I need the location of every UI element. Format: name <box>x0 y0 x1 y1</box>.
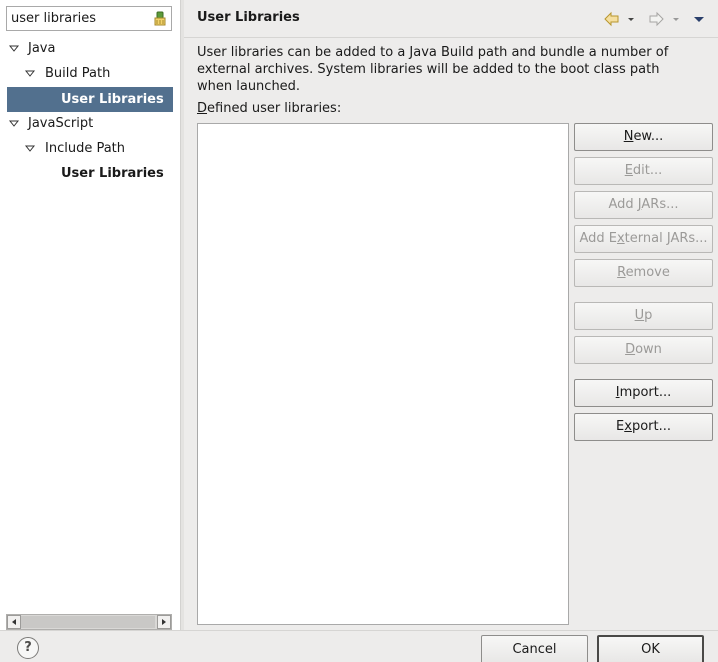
view-menu-icon[interactable] <box>693 10 705 28</box>
btn-text-pre: E <box>616 419 625 434</box>
tree-item-java[interactable]: Java <box>28 38 55 60</box>
btn-text-post: ARs... <box>641 197 679 212</box>
btn-mnemonic: x <box>616 231 625 246</box>
up-button[interactable]: Up <box>574 302 713 330</box>
scroll-right-arrow-icon[interactable] <box>157 615 171 629</box>
btn-mnemonic: D <box>625 342 636 357</box>
expand-include-path-icon[interactable] <box>24 138 36 160</box>
btn-text-post: dit... <box>632 163 663 178</box>
btn-text-pre: Add <box>608 197 638 212</box>
page-header: User Libraries <box>184 0 718 38</box>
ok-button[interactable]: OK <box>597 635 704 662</box>
help-icon[interactable]: ? <box>17 637 39 659</box>
forward-dropdown-icon[interactable] <box>672 10 680 28</box>
export-button[interactable]: Export... <box>574 413 713 441</box>
tree-item-build-path[interactable]: Build Path <box>45 63 110 85</box>
label-mnemonic: D <box>197 101 208 116</box>
btn-mnemonic: U <box>634 308 645 323</box>
back-dropdown-icon[interactable] <box>627 10 635 28</box>
tree-item-user-libraries-java[interactable]: User Libraries <box>7 87 173 112</box>
btn-text-pre: Add E <box>579 231 617 246</box>
add-external-jars-button[interactable]: Add External JARs... <box>574 225 713 253</box>
btn-mnemonic: R <box>617 265 626 280</box>
btn-text-post: ew... <box>633 129 664 144</box>
filter-input-text: user libraries <box>11 11 97 26</box>
user-libraries-list[interactable] <box>197 123 569 625</box>
add-jars-button[interactable]: Add JARs... <box>574 191 713 219</box>
back-arrow-icon[interactable] <box>603 10 621 28</box>
defined-libraries-label: Defined user libraries: <box>197 101 341 116</box>
btn-mnemonic: E <box>624 163 633 178</box>
scrollbar-thumb[interactable] <box>21 616 155 628</box>
page-title: User Libraries <box>197 10 300 25</box>
btn-mnemonic: N <box>623 129 634 144</box>
dialog-button-bar: ? Cancel OK <box>0 630 718 662</box>
new-button[interactable]: New... <box>574 123 713 151</box>
clear-filter-icon[interactable] <box>153 11 167 26</box>
preferences-tree-pane: user libraries Java Build Path User Libr… <box>0 0 180 630</box>
down-button[interactable]: Down <box>574 336 713 364</box>
edit-button[interactable]: Edit... <box>574 157 713 185</box>
tree-item-include-path[interactable]: Include Path <box>45 138 125 160</box>
scroll-left-arrow-icon[interactable] <box>7 615 21 629</box>
btn-text-post: mport... <box>619 385 672 400</box>
tree-horizontal-scrollbar[interactable] <box>6 614 172 630</box>
expand-build-path-icon[interactable] <box>24 63 36 85</box>
import-button[interactable]: Import... <box>574 379 713 407</box>
forward-arrow-icon[interactable] <box>647 10 665 28</box>
btn-text-post: p <box>644 308 653 323</box>
pane-sash[interactable] <box>180 0 184 630</box>
remove-button[interactable]: Remove <box>574 259 713 287</box>
expand-javascript-icon[interactable] <box>8 113 20 135</box>
expand-java-icon[interactable] <box>8 38 20 60</box>
tree-item-javascript[interactable]: JavaScript <box>28 113 93 135</box>
page-description: User libraries can be added to a Java Bu… <box>197 45 669 94</box>
tree-item-user-libraries-javascript[interactable]: User Libraries <box>61 163 164 185</box>
filter-input[interactable]: user libraries <box>6 6 172 31</box>
btn-text-post: own <box>635 342 662 357</box>
btn-mnemonic: x <box>624 419 632 434</box>
btn-text-post: ternal JARs... <box>624 231 708 246</box>
cancel-button[interactable]: Cancel <box>481 635 588 662</box>
btn-text-post: port... <box>631 419 671 434</box>
btn-text-post: emove <box>625 265 670 280</box>
label-rest: efined user libraries: <box>207 101 342 116</box>
